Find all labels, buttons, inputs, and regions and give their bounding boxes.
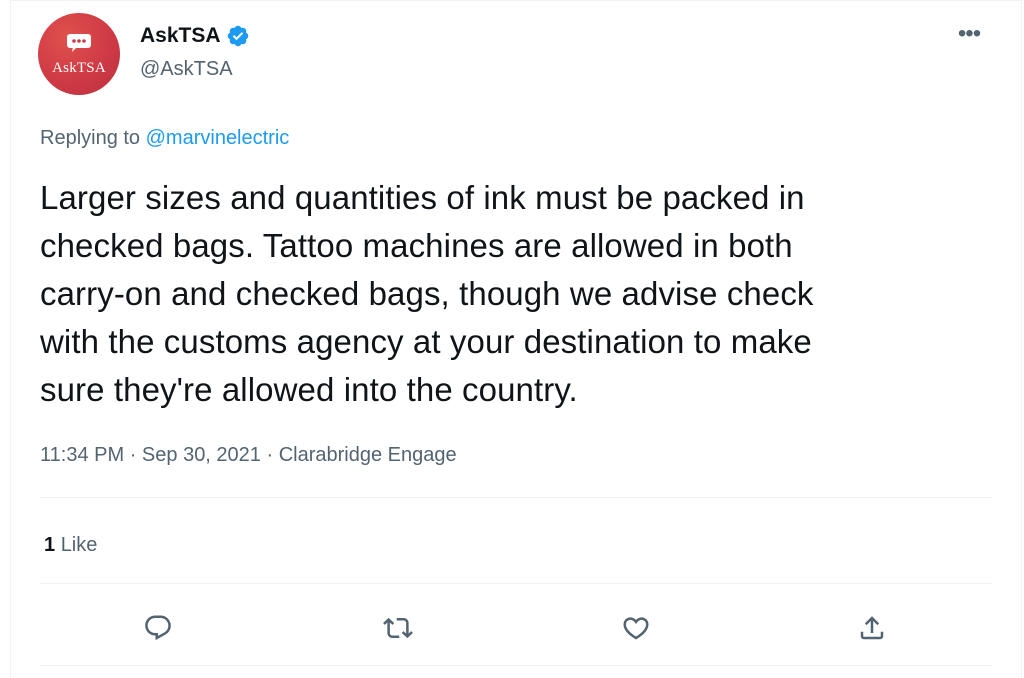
share-button[interactable]	[852, 608, 892, 648]
likes-label: Like	[60, 534, 98, 556]
replying-to-line: Replying to @marvinelectric	[40, 124, 289, 152]
tweet-text: Larger sizes and quantities of ink must …	[40, 179, 814, 408]
more-options-icon[interactable]: •••	[952, 20, 986, 48]
meta-separator: ·	[266, 444, 274, 466]
share-icon	[860, 616, 884, 640]
retweet-button[interactable]	[378, 608, 418, 648]
retweet-icon	[383, 617, 413, 639]
action-bar	[0, 608, 1024, 648]
likes-count: 1	[44, 534, 56, 556]
divider	[40, 497, 992, 498]
verified-badge-icon	[227, 25, 248, 47]
author-display-name[interactable]: AskTSA	[140, 22, 221, 50]
meta-separator: ·	[129, 444, 137, 466]
replying-to-label: Replying to	[40, 127, 141, 149]
author-handle[interactable]: @AskTSA	[140, 56, 233, 82]
tweet-time[interactable]: 11:34 PM	[40, 444, 124, 466]
like-icon	[623, 617, 649, 640]
author-name-row: AskTSA	[140, 22, 250, 50]
divider	[40, 665, 992, 666]
likes-stat[interactable]: 1 Like	[44, 532, 97, 558]
avatar[interactable]: AskTSA	[38, 13, 120, 95]
reply-mention-link[interactable]: @marvinelectric	[146, 127, 290, 149]
divider	[40, 583, 992, 584]
tweet-source[interactable]: Clarabridge Engage	[279, 444, 457, 466]
chat-bubble-icon	[67, 34, 91, 52]
like-button[interactable]	[616, 608, 656, 648]
avatar-logo-text: AskTSA	[52, 60, 106, 76]
tweet-date[interactable]: Sep 30, 2021	[142, 444, 261, 466]
reply-button[interactable]	[138, 608, 178, 648]
tweet-meta: 11:34 PM · Sep 30, 2021 · Clarabridge En…	[40, 441, 457, 469]
reply-icon	[145, 615, 171, 641]
